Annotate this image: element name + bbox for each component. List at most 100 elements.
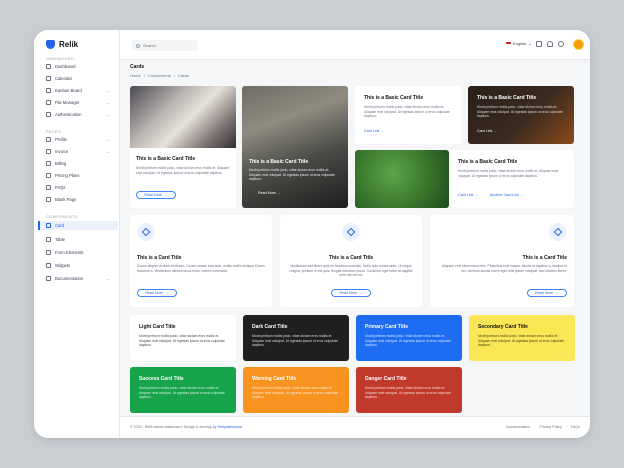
language-selector[interactable]: English ⌄	[506, 41, 531, 46]
card-title: This is a Basic Card Title	[477, 95, 537, 101]
avatar[interactable]	[573, 39, 584, 50]
sidebar-item-billing[interactable]: Billing	[38, 159, 118, 168]
sidebar-item-card[interactable]: Card	[38, 221, 118, 230]
sidebar-item-documentation[interactable]: Documentation ⌄	[38, 274, 118, 283]
cube-icon	[346, 227, 356, 237]
card-text: Morbi pretium mollis justo, vitae dictum…	[365, 386, 451, 400]
app-name: Relik	[59, 40, 79, 49]
chevron-down-icon: ⌄	[106, 100, 110, 105]
card-icon	[46, 223, 51, 228]
read-more-button[interactable]: Read More →	[137, 289, 177, 297]
cube-icon-box	[342, 223, 360, 241]
card-text: Vestibulum sed libero quis ex faucibus m…	[289, 264, 413, 278]
color-card: Dark Card Title Morbi pretium mollis just…	[243, 315, 349, 361]
arrow-right-icon: →	[359, 291, 363, 295]
sidebar-item-profile[interactable]: Profile ⌄	[38, 135, 118, 144]
read-more-button[interactable]: Read More →	[527, 289, 567, 297]
card-link[interactable]: Card Link →	[364, 129, 384, 133]
card-link[interactable]: Card Link →	[477, 129, 497, 133]
sidebar-section-label: DASHBOARD	[46, 56, 75, 61]
color-card: Success Card Title Morbi pretium mollis j…	[130, 367, 236, 413]
card-image-laptop	[130, 86, 236, 148]
doc-icon	[46, 276, 51, 281]
sidebar-item-pricing-plans[interactable]: Pricing Plans	[38, 171, 118, 180]
invoice-icon	[46, 149, 51, 154]
author-link[interactable]: Templatesvoice	[218, 425, 243, 429]
sidebar: Relik DASHBOARD Dashboard Calendar Kanba…	[34, 30, 120, 438]
home-icon	[46, 64, 51, 69]
footer-link-documentation[interactable]: Documentation	[506, 425, 530, 429]
footer-link-faqs[interactable]: FAQs	[571, 425, 580, 429]
footer: © 2023 · Relik admin dashboard. Design &…	[120, 416, 590, 438]
grid-icon[interactable]	[536, 41, 542, 47]
chevron-down-icon: ⌄	[528, 41, 532, 46]
card-text: Morbi pretium mollis justo, vitae dictum…	[477, 105, 563, 119]
card-text: Morbi pretium mollis justo, vitae dictum…	[252, 386, 338, 400]
cube-icon-box	[549, 223, 567, 241]
search-icon	[136, 43, 140, 48]
form-icon	[46, 250, 51, 255]
sidebar-item-calendar[interactable]: Calendar	[38, 74, 118, 83]
arrow-right-icon: →	[474, 193, 478, 197]
card-title: Dark Card Title	[252, 324, 288, 330]
settings-icon[interactable]	[558, 41, 564, 47]
icon-card-center: This is a Card Title Vestibulum sed libe…	[280, 215, 422, 307]
chevron-down-icon: ⌄	[106, 149, 110, 154]
color-card: Danger Card Title Morbi pretium mollis ju…	[356, 367, 462, 413]
bell-icon[interactable]	[547, 41, 553, 47]
sidebar-item-file-manager[interactable]: File Manager ⌄	[38, 98, 118, 107]
read-more-button[interactable]: Read More →	[136, 191, 176, 199]
sidebar-section-label: COMPONENTS	[46, 214, 78, 219]
card-title: This is a Basic Card Title	[364, 95, 424, 101]
calendar-icon	[46, 76, 51, 81]
card-link[interactable]: Card Link →	[458, 193, 478, 197]
sidebar-item-blank-page[interactable]: Blank Page	[38, 195, 118, 204]
chevron-down-icon: ⌄	[106, 88, 110, 93]
another-card-link[interactable]: Another Card Link →	[490, 193, 524, 197]
brand[interactable]: Relik	[46, 40, 78, 49]
sidebar-item-widgets[interactable]: Widgets	[38, 261, 118, 270]
help-icon	[46, 185, 51, 190]
arrow-right-icon: →	[519, 193, 524, 197]
card-text: Morbi pretium mollis justo, vitae dictum…	[458, 169, 559, 178]
price-icon	[46, 173, 51, 178]
billing-icon	[46, 161, 51, 166]
basic-text-card: This is a Basic Card Title Morbi pretium…	[355, 86, 461, 144]
card-title: Success Card Title	[139, 376, 184, 382]
card-text: Morbi pretium mollis justo, vitae dictum…	[364, 105, 450, 119]
footer-link-privacy[interactable]: Privacy Policy	[539, 425, 561, 429]
read-more-button[interactable]: Read More →	[331, 289, 371, 297]
sidebar-item-authentication[interactable]: Authentication ⌄	[38, 110, 118, 119]
color-card: Secondary Card Title Morbi pretium mollis…	[469, 315, 575, 361]
icon-card-left: This is a Card Title Donec aliquet ut di…	[130, 215, 272, 307]
sidebar-item-invoice[interactable]: Invoice ⌄	[38, 147, 118, 156]
page-title: Cards	[130, 64, 145, 70]
search-input[interactable]	[143, 43, 193, 48]
chevron-down-icon: ⌄	[106, 276, 110, 281]
arrow-right-icon: →	[555, 291, 559, 295]
sidebar-item-dashboard[interactable]: Dashboard	[38, 62, 118, 71]
breadcrumb: Home › Components › Cards	[130, 73, 189, 78]
sidebar-item-form-elements[interactable]: Form Elements	[38, 248, 118, 257]
breadcrumb-home[interactable]: Home	[130, 73, 141, 78]
color-card: Warning Card Title Morbi pretium mollis j…	[243, 367, 349, 413]
overlay-image-card: This is a Basic Card Title Morbi pretium…	[242, 86, 348, 208]
folder-icon	[46, 100, 51, 105]
card-title: This is a Card Title	[137, 255, 182, 261]
read-more-link[interactable]: Read More →	[258, 191, 280, 195]
card-title: This is a Basic Card Title	[458, 159, 518, 165]
card-text: Morbi pretium mollis justo, vitae dictum…	[365, 334, 451, 348]
sidebar-item-table[interactable]: Table	[38, 235, 118, 244]
card-title: This is a Card Title	[522, 255, 567, 261]
chevron-down-icon: ⌄	[106, 137, 110, 142]
card-text: Morbi pretium mollis justo, vitae dictum…	[139, 334, 225, 348]
color-card: Primary Card Title Morbi pretium mollis j…	[356, 315, 462, 361]
icon-card-right: This is a Card Title Aliquam erat elemen…	[430, 215, 574, 307]
sidebar-item-kanban-board[interactable]: Kanban Board ⌄	[38, 86, 118, 95]
sidebar-section-label: PAGES	[46, 129, 61, 134]
breadcrumb-components[interactable]: Components	[148, 73, 171, 78]
search-box[interactable]	[132, 40, 198, 51]
logo-icon	[46, 40, 55, 49]
sidebar-item-faqs[interactable]: FAQs	[38, 183, 118, 192]
card-text: Morbi pretium mollis justo, vitae dictum…	[249, 168, 335, 182]
